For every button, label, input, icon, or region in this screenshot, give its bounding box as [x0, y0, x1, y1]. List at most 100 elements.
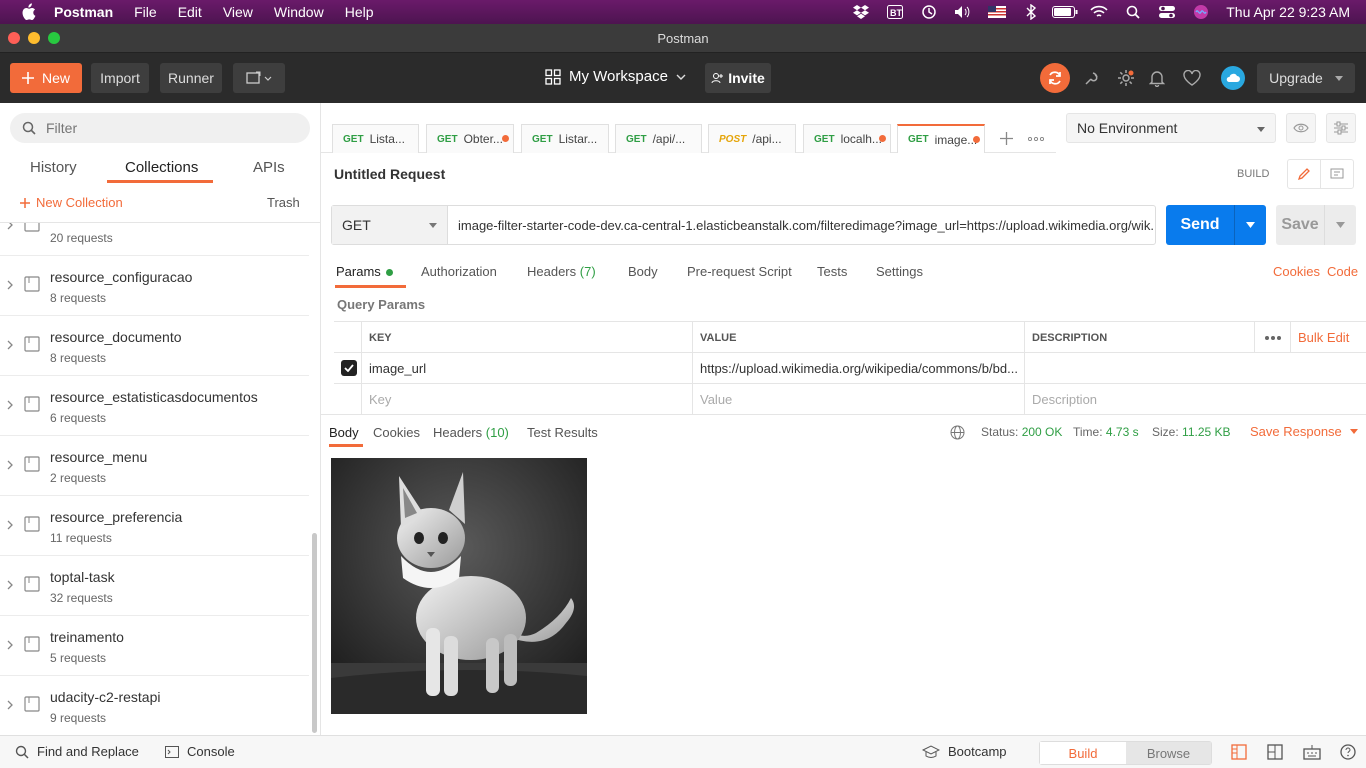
menu-help[interactable]: Help [345, 4, 374, 20]
time-machine-icon[interactable] [912, 4, 946, 20]
save-options-dropdown[interactable] [1324, 205, 1356, 245]
invite-button[interactable]: Invite [705, 63, 771, 93]
volume-icon[interactable] [946, 5, 980, 19]
environment-quick-look-button[interactable] [1286, 113, 1316, 143]
request-tab[interactable]: GET Listar... [521, 124, 609, 153]
tab-tests[interactable]: Tests [817, 264, 847, 279]
new-key-input[interactable]: Key [361, 384, 692, 415]
workspace-switcher[interactable]: My Workspace [545, 68, 686, 85]
more-tabs-ellipsis-icon[interactable] [1028, 137, 1044, 141]
split-layout-icon[interactable] [1267, 744, 1283, 760]
list-item[interactable]: resource_menu 2 requests [0, 436, 309, 496]
bulk-edit-link[interactable]: Bulk Edit [1290, 322, 1366, 353]
send-options-dropdown[interactable] [1234, 205, 1266, 245]
dropbox-icon[interactable] [844, 5, 878, 19]
tab-params[interactable]: Params [336, 264, 393, 279]
bt-icon[interactable]: BT [878, 5, 912, 19]
list-item[interactable]: treinamento 5 requests [0, 616, 309, 676]
wifi-icon[interactable] [1082, 5, 1116, 19]
method-select[interactable]: GET [332, 206, 448, 244]
param-key-cell[interactable]: image_url [361, 353, 692, 384]
request-tab[interactable]: GET/api/... [615, 124, 702, 153]
new-value-input[interactable]: Value [692, 384, 1024, 415]
globe-icon[interactable] [950, 425, 965, 440]
environment-select[interactable]: No Environment [1066, 113, 1276, 143]
heart-icon[interactable] [1181, 67, 1203, 89]
browse-toggle-button[interactable]: Browse [1126, 742, 1211, 764]
help-icon[interactable] [1340, 744, 1356, 760]
keyboard-shortcuts-icon[interactable] [1303, 744, 1321, 760]
menu-window[interactable]: Window [274, 4, 324, 20]
cookies-link[interactable]: Cookies [1273, 264, 1320, 279]
list-item[interactable]: resource_documento 8 requests [0, 316, 309, 376]
add-tab-plus-icon[interactable] [1000, 132, 1013, 145]
two-pane-view-icon[interactable] [1231, 744, 1247, 760]
row-checkbox[interactable] [341, 360, 357, 376]
tab-collections[interactable]: Collections [125, 159, 198, 176]
zoom-window-button[interactable] [48, 32, 60, 44]
tab-authorization[interactable]: Authorization [421, 264, 497, 279]
comments-button[interactable] [1320, 159, 1354, 189]
list-item[interactable]: udacity-c2-restapi 9 requests [0, 676, 309, 735]
save-response-button[interactable]: Save Response [1250, 424, 1358, 439]
spotlight-search-icon[interactable] [1116, 5, 1150, 19]
send-button[interactable]: Send [1166, 205, 1266, 245]
bootcamp-button[interactable]: Bootcamp [922, 744, 1007, 759]
apple-icon[interactable] [20, 3, 36, 21]
open-new-button[interactable] [233, 63, 285, 93]
list-item[interactable]: toptal-task 32 requests [0, 556, 309, 616]
menu-file[interactable]: File [134, 4, 157, 20]
console-button[interactable]: Console [165, 744, 235, 759]
filter-input[interactable] [46, 120, 286, 136]
settings-gear-icon[interactable] [1115, 67, 1137, 89]
menu-app-name[interactable]: Postman [54, 4, 113, 20]
tab-settings[interactable]: Settings [876, 264, 923, 279]
tab-headers[interactable]: Headers (7) [527, 264, 596, 279]
save-button[interactable]: Save [1276, 205, 1356, 245]
close-window-button[interactable] [8, 32, 20, 44]
request-tab[interactable]: GET Obter... [426, 124, 514, 153]
response-tab-headers[interactable]: Headers (10) [433, 425, 509, 440]
interceptor-icon[interactable] [1081, 67, 1103, 89]
param-value-cell[interactable]: https://upload.wikimedia.org/wikipedia/c… [692, 353, 1024, 384]
siri-icon[interactable] [1184, 4, 1218, 20]
response-tab-body[interactable]: Body [329, 425, 359, 440]
code-link[interactable]: Code [1327, 264, 1358, 279]
sidebar-scrollbar[interactable] [312, 533, 317, 733]
notifications-bell-icon[interactable] [1146, 67, 1168, 89]
response-tab-test-results[interactable]: Test Results [527, 425, 598, 440]
tab-history[interactable]: History [30, 159, 77, 176]
upgrade-button[interactable]: Upgrade [1257, 63, 1355, 93]
menu-edit[interactable]: Edit [178, 4, 202, 20]
list-item[interactable]: resource_estatisticasdocumentos 6 reques… [0, 376, 309, 436]
more-options-icon[interactable] [1254, 322, 1290, 353]
runner-button[interactable]: Runner [160, 63, 222, 93]
trash-link[interactable]: Trash [267, 195, 300, 210]
url-input[interactable]: image-filter-starter-code-dev.ca-central… [448, 206, 1155, 244]
new-button[interactable]: New [10, 63, 82, 93]
bluetooth-icon[interactable] [1014, 4, 1048, 20]
control-center-icon[interactable] [1150, 5, 1184, 19]
tab-pre-request-script[interactable]: Pre-request Script [687, 264, 792, 279]
edit-mode-button[interactable] [1287, 159, 1321, 189]
find-replace-button[interactable]: Find and Replace [15, 744, 139, 759]
menu-bar-clock[interactable]: Thu Apr 22 9:23 AM [1226, 4, 1350, 20]
tab-apis[interactable]: APIs [253, 159, 285, 176]
new-description-input[interactable]: Description [1024, 384, 1366, 415]
request-title[interactable]: Untitled Request [334, 166, 445, 182]
param-description-cell[interactable] [1024, 353, 1366, 384]
new-collection-button[interactable]: New Collection [20, 195, 123, 210]
list-item[interactable]: resource_configuracao 8 requests [0, 256, 309, 316]
list-item[interactable]: 20 requests [0, 223, 309, 256]
response-tab-cookies[interactable]: Cookies [373, 425, 420, 440]
request-tab[interactable]: GET Lista... [332, 124, 419, 153]
list-item[interactable]: resource_preferencia 11 requests [0, 496, 309, 556]
minimize-window-button[interactable] [28, 32, 40, 44]
menu-view[interactable]: View [223, 4, 253, 20]
user-avatar-cloud-icon[interactable] [1221, 66, 1245, 90]
tab-body[interactable]: Body [628, 264, 658, 279]
request-tab[interactable]: POST/api... [708, 124, 796, 153]
import-button[interactable]: Import [91, 63, 149, 93]
filter-box[interactable] [10, 113, 310, 143]
manage-environments-button[interactable] [1326, 113, 1356, 143]
